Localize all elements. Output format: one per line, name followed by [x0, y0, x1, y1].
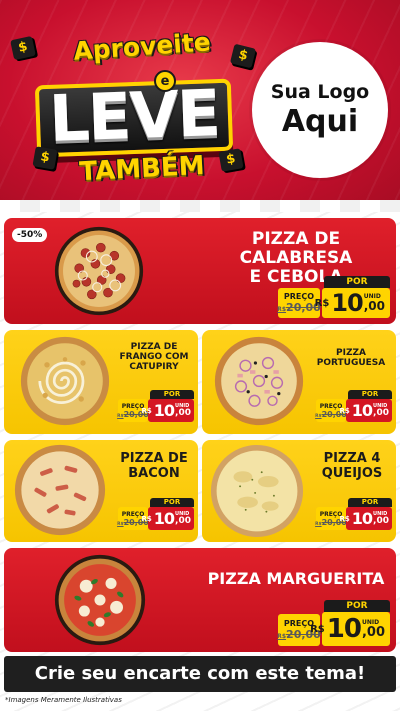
currency: R$	[339, 406, 350, 415]
header-banner: Aproveite LEVE e TAMBÉM $ $ $ $ Sua Logo…	[0, 0, 400, 212]
product-name: PIZZA DE FRANGO COM CATUPIRY	[114, 342, 194, 372]
price-tag: POR PREÇO R$20,00 R$ 10 UNID ,00	[315, 498, 392, 532]
product-name: PIZZA 4 QUEIJOS	[312, 451, 392, 481]
product-name-line2: FRANGO COM	[119, 352, 189, 363]
currency: R$	[339, 514, 350, 523]
product-card-bacon[interactable]: PIZZA DE BACON POR PREÇO R$20,00 R$ 10 U…	[4, 440, 198, 542]
currency: R$	[141, 406, 152, 415]
product-name-line2: PORTUGUESA	[316, 358, 386, 369]
new-price-box: R$ 10 UNID ,00	[315, 288, 390, 318]
pizza-portuguesa-image	[214, 336, 304, 426]
dollar-icon: $	[32, 146, 58, 170]
price-tag: POR PREÇO R$20,00 R$ 10 UNID ,00	[277, 276, 390, 320]
price-decimal: ,00	[363, 299, 385, 313]
promo-line-aproveite: Aproveite	[72, 27, 212, 66]
store-logo-placeholder[interactable]: Sua Logo Aqui	[252, 42, 388, 178]
por-label: POR	[150, 390, 194, 399]
new-price-box: R$ 10 UNID ,00	[340, 507, 392, 530]
por-label: POR	[348, 498, 392, 507]
cta-banner[interactable]: Crie seu encarte com este tema!	[4, 656, 396, 692]
product-card-4-queijos[interactable]: PIZZA 4 QUEIJOS POR PREÇO R$20,00 R$ 10 …	[202, 440, 396, 542]
product-name-line1: PIZZA DE	[120, 451, 188, 466]
product-card-frango[interactable]: PIZZA DE FRANGO COM CATUPIRY POR PREÇO R…	[4, 330, 198, 434]
preco-label: PREÇO	[283, 292, 315, 301]
product-name: PIZZA DE BACON	[114, 451, 194, 481]
price-integer: 10	[153, 401, 175, 420]
logo-text-line2: Aqui	[281, 104, 359, 139]
logo-text-line1: Sua Logo	[270, 81, 370, 103]
price-tag: POR PREÇO R$20,00 R$ 10 UNID ,00	[315, 390, 392, 424]
new-price-box: R$ 10 UNID ,00	[142, 507, 194, 530]
pizza-calabresa-image	[54, 226, 144, 316]
price-decimal: ,00	[373, 515, 389, 526]
pizza-bacon-image	[14, 444, 106, 536]
currency: R$	[141, 514, 152, 523]
product-card-marguerita[interactable]: PIZZA MARGUERITA POR PREÇO R$20,00 R$ 10…	[4, 548, 396, 652]
header-divider	[0, 200, 400, 212]
currency: R$	[314, 297, 330, 309]
pizza-marguerita-image	[54, 554, 146, 646]
price-integer: 10	[331, 289, 363, 317]
product-card-portuguesa[interactable]: PIZZA PORTUGUESA POR PREÇO R$20,00 R$ 10…	[202, 330, 396, 434]
product-name-line2: QUEIJOS	[321, 465, 383, 481]
price-tag: POR PREÇO R$20,00 R$ 10 UNID ,00	[117, 390, 194, 424]
price-integer: 10	[326, 614, 362, 644]
disclaimer-text: *Imagens Meramente Ilustrativas	[5, 696, 122, 704]
promo-title: Aproveite LEVE e TAMBÉM	[22, 26, 252, 194]
product-name-line1: PIZZA DE	[130, 342, 178, 352]
price-decimal: ,00	[175, 515, 191, 526]
product-name-line2: BACON	[128, 465, 180, 481]
price-decimal: ,00	[175, 407, 191, 418]
product-name: PIZZA MARGUERITA	[207, 569, 385, 588]
price-tag: POR PREÇO R$20,00 R$ 10 UNID ,00	[277, 600, 390, 648]
price-decimal: ,00	[361, 624, 385, 640]
por-label: POR	[324, 276, 390, 288]
price-tag: POR PREÇO R$20,00 R$ 10 UNID ,00	[117, 498, 194, 532]
price-integer: 10	[153, 509, 175, 528]
product-name: PIZZA PORTUGUESA	[310, 348, 392, 368]
product-name-line1: PIZZA 4	[323, 451, 381, 466]
product-name-line1: PIZZA DE CALABRESA	[239, 229, 353, 269]
price-decimal: ,00	[373, 407, 389, 418]
promo-line-leve: LEVE	[47, 77, 221, 157]
new-price-box: R$ 10 UNID ,00	[310, 612, 390, 646]
price-integer: 10	[351, 401, 373, 420]
product-name-line1: PIZZA	[336, 348, 366, 358]
price-integer: 10	[351, 509, 373, 528]
discount-badge: -50%	[12, 228, 48, 242]
por-label: POR	[324, 600, 390, 612]
new-price-box: R$ 10 UNID ,00	[340, 399, 392, 422]
product-name-line3: CATUPIRY	[129, 362, 179, 373]
currency: R$	[310, 623, 325, 635]
new-price-box: R$ 10 UNID ,00	[142, 399, 194, 422]
product-card-calabresa[interactable]: -50% PIZZA DE CALABRESA E CEBOLA POR PRE…	[4, 218, 396, 324]
pizza-4-queijos-image	[210, 444, 304, 538]
promo-connector: e	[154, 70, 176, 92]
dollar-icon: $	[218, 148, 244, 172]
pizza-frango-image	[20, 336, 110, 426]
por-label: POR	[348, 390, 392, 399]
por-label: POR	[150, 498, 194, 507]
